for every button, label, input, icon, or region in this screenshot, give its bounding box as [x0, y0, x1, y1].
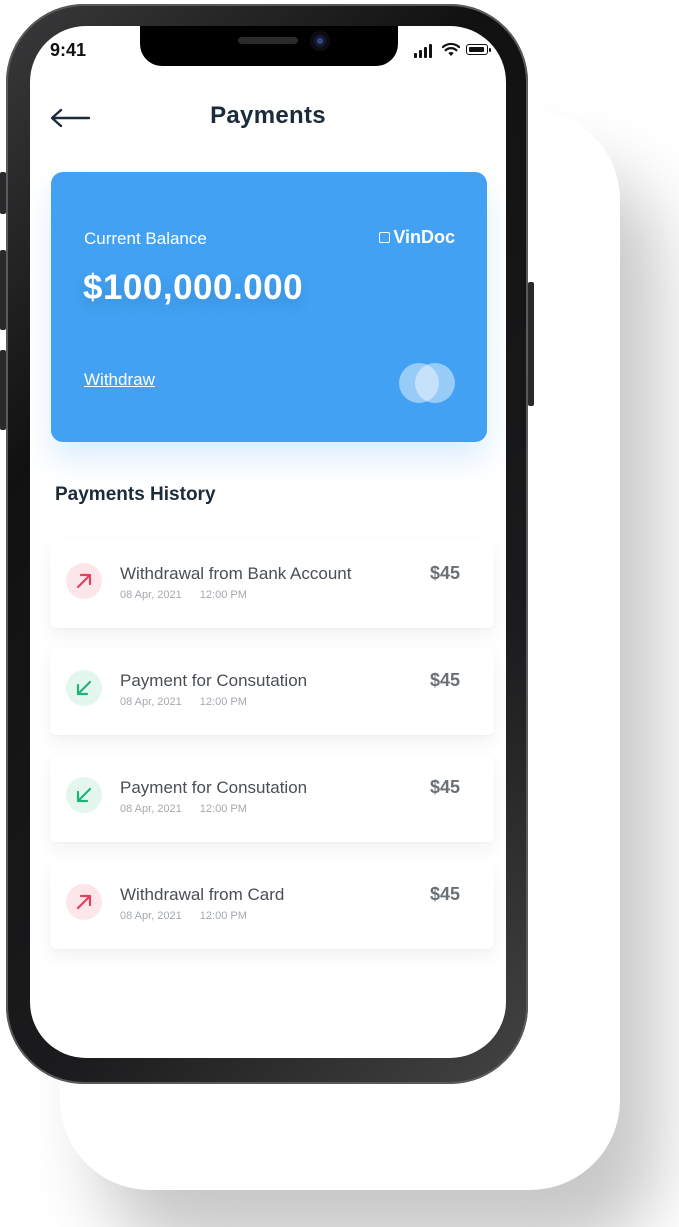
- front-camera: [310, 31, 330, 51]
- transaction-date: 08 Apr, 2021: [120, 589, 182, 601]
- transaction-date: 08 Apr, 2021: [120, 910, 182, 922]
- speaker: [238, 37, 298, 44]
- transaction-datetime: 08 Apr, 2021 12:00 PM: [120, 589, 247, 601]
- list-item[interactable]: Payment for Consutation 08 Apr, 2021 12:0…: [50, 754, 494, 842]
- balance-amount: $100,000.000: [83, 268, 304, 307]
- transaction-datetime: 08 Apr, 2021 12:00 PM: [120, 803, 247, 815]
- power-button: [528, 282, 534, 406]
- transaction-date: 08 Apr, 2021: [120, 803, 182, 815]
- balance-card: Current Balance VinDoc $100,000.000 With…: [51, 172, 487, 442]
- volume-up-button: [0, 250, 6, 330]
- status-time: 9:41: [50, 40, 87, 60]
- transaction-amount: $45: [429, 670, 460, 690]
- transaction-time: 12:00 PM: [199, 589, 247, 601]
- phone-screen: 9:41 Payments Current Balance VinDoc $10…: [30, 26, 506, 1058]
- payments-history-list: Withdrawal from Bank Account 08 Apr, 202…: [50, 540, 494, 968]
- brand-name: VinDoc: [393, 227, 455, 247]
- list-item[interactable]: Withdrawal from Card 08 Apr, 2021 12:00 P…: [50, 861, 494, 949]
- transaction-title: Payment for Consutation: [120, 778, 308, 797]
- battery-icon: [466, 44, 491, 55]
- status-icons: [414, 42, 494, 58]
- history-title: Payments History: [55, 484, 216, 505]
- volume-down-button: [0, 350, 6, 430]
- list-item[interactable]: Payment for Consutation 08 Apr, 2021 12:0…: [50, 647, 494, 735]
- transaction-time: 12:00 PM: [199, 803, 247, 815]
- arrow-down-left-icon: [66, 670, 102, 706]
- brand-logo: VinDoc: [379, 227, 455, 248]
- transaction-time: 12:00 PM: [199, 696, 247, 708]
- transaction-amount: $45: [429, 563, 460, 583]
- arrow-up-right-icon: [66, 563, 102, 599]
- transaction-datetime: 08 Apr, 2021 12:00 PM: [120, 910, 247, 922]
- mute-switch: [0, 172, 6, 214]
- transaction-title: Withdrawal from Card: [120, 885, 285, 904]
- brand-icon: [379, 232, 391, 243]
- transaction-time: 12:00 PM: [199, 910, 247, 922]
- transaction-date: 08 Apr, 2021: [120, 696, 182, 708]
- transaction-title: Payment for Consutation: [120, 671, 308, 690]
- transaction-title: Withdrawal from Bank Account: [120, 564, 352, 583]
- card-network-icon: [399, 363, 455, 403]
- withdraw-link[interactable]: Withdraw: [84, 370, 155, 390]
- arrow-up-right-icon: [66, 884, 102, 920]
- balance-label: Current Balance: [84, 229, 207, 248]
- transaction-datetime: 08 Apr, 2021 12:00 PM: [120, 696, 247, 708]
- transaction-amount: $45: [429, 884, 460, 904]
- list-item[interactable]: Withdrawal from Bank Account 08 Apr, 202…: [50, 540, 494, 628]
- wifi-icon: [442, 42, 460, 56]
- page-title: Payments: [210, 102, 326, 129]
- arrow-down-left-icon: [66, 777, 102, 813]
- transaction-amount: $45: [429, 777, 460, 797]
- notch: [140, 26, 398, 66]
